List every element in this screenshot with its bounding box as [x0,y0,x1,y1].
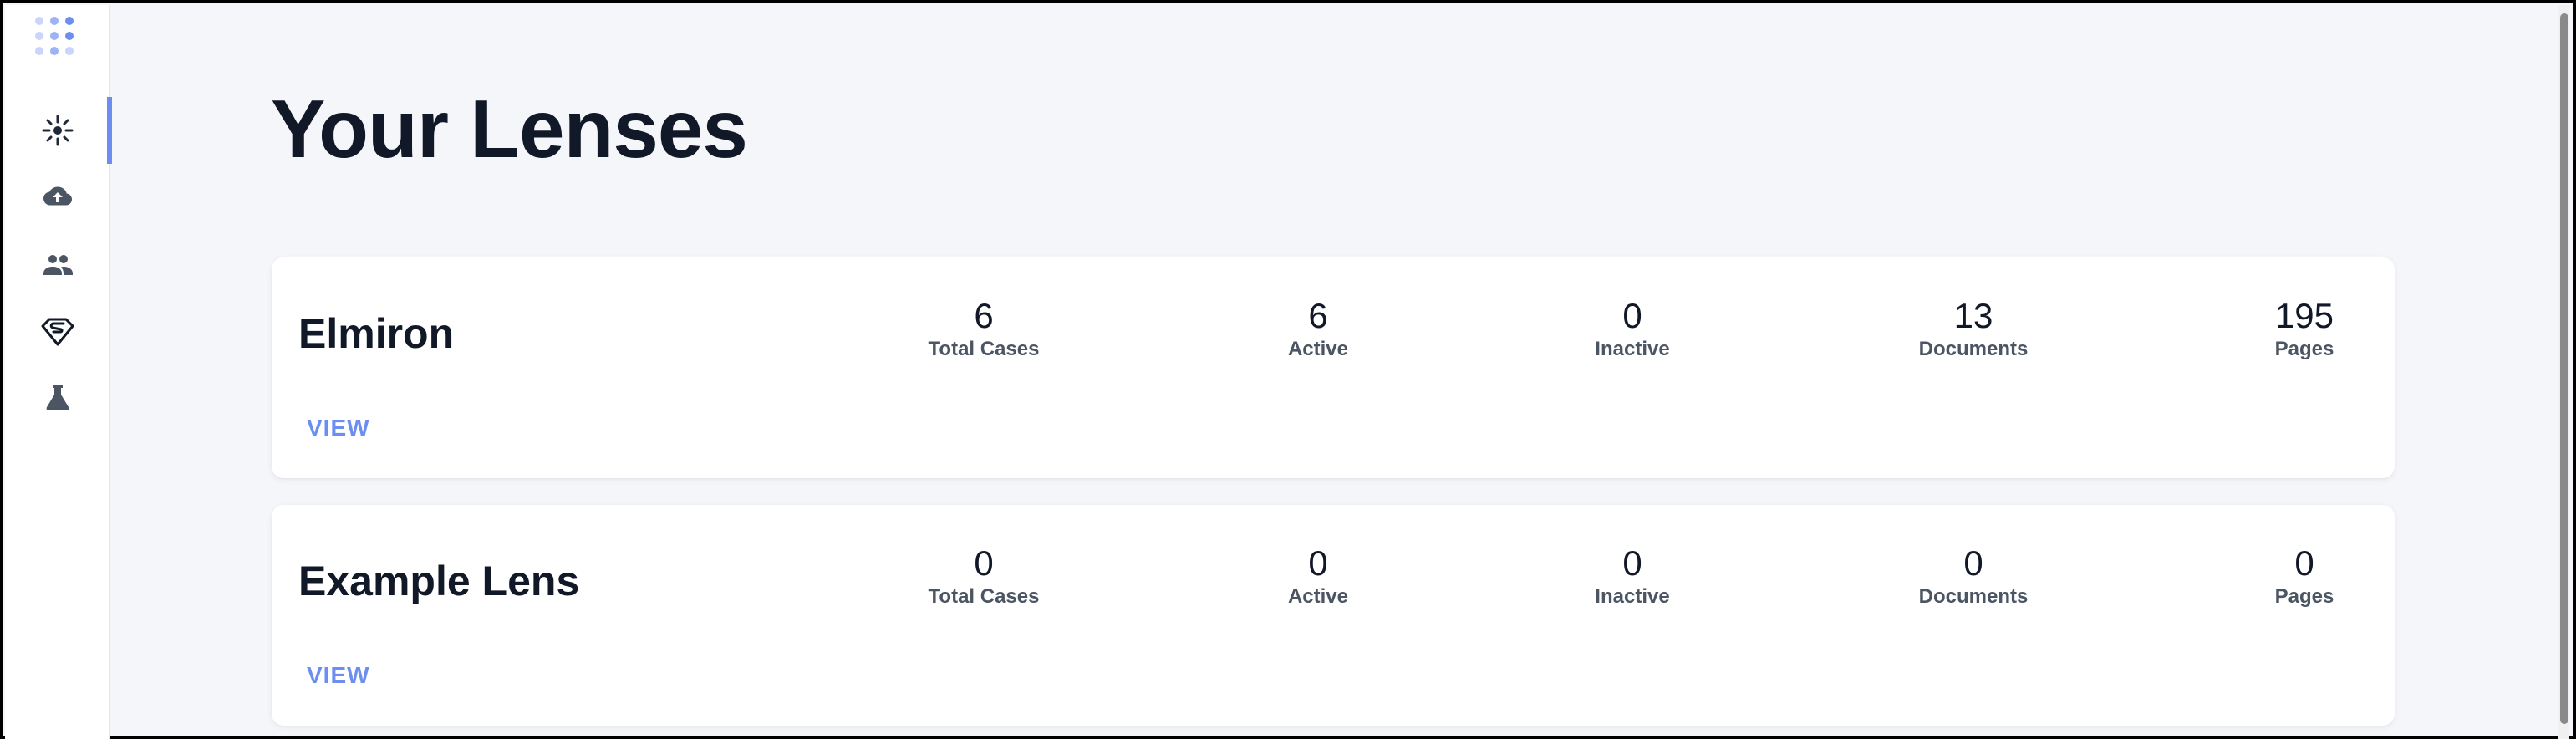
stat-value: 13 [1953,296,1993,335]
stat-label: Inactive [1595,338,1670,360]
stat-active: 6 Active [1193,296,1443,361]
sidebar-item-upload[interactable] [5,164,110,231]
stat-label: Active [1287,338,1349,360]
view-button[interactable]: VIEW [307,415,370,441]
page-title: Your Lenses [271,83,748,175]
stat-value: 0 [2294,543,2314,583]
people-icon [43,255,73,275]
view-button[interactable]: VIEW [307,662,370,689]
stat-value: 195 [2274,296,2334,335]
lens-card: Example Lens 0 Total Cases 0 Active 0 In… [272,505,2395,726]
sidebar-item-lenses[interactable] [5,97,112,164]
stat-pages: 195 Pages [2179,296,2430,361]
stat-label: Pages [2274,338,2334,360]
stat-value: 6 [974,296,994,335]
stat-value: 0 [1963,543,1983,583]
stat-pages: 0 Pages [2179,543,2430,609]
stat-label: Documents [1918,338,2029,360]
lens-name: Example Lens [298,558,580,604]
app-window: Your Lenses Elmiron 6 Total Cases 6 Acti… [0,0,2576,739]
vertical-scrollbar[interactable] [2558,5,2569,739]
lens-name: Elmiron [298,310,455,357]
stat-label: Pages [2274,585,2334,608]
stat-label: Documents [1918,585,2029,608]
stat-value: 6 [1308,296,1328,335]
main-content: Your Lenses Elmiron 6 Total Cases 6 Acti… [110,5,2554,739]
stat-label: Active [1287,585,1349,608]
lens-sparkle-icon [42,115,74,146]
stat-value: 0 [974,543,994,583]
stat-documents: 0 Documents [1848,543,2099,609]
sidebar-item-superman[interactable] [5,298,110,364]
stat-value: 0 [1622,543,1642,583]
stat-label: Total Cases [928,338,1040,360]
stat-inactive: 0 Inactive [1507,543,1758,609]
stat-total-cases: 6 Total Cases [858,296,1109,361]
stat-label: Total Cases [928,585,1040,608]
sidebar [5,5,112,739]
dots-grid-logo[interactable] [35,17,79,60]
stat-active: 0 Active [1193,543,1443,609]
flask-icon [46,385,69,410]
stat-inactive: 0 Inactive [1507,296,1758,361]
scrollbar-thumb[interactable] [2560,13,2568,724]
stat-label: Inactive [1595,585,1670,608]
stat-value: 0 [1308,543,1328,583]
sidebar-item-people[interactable] [5,231,110,298]
stat-total-cases: 0 Total Cases [858,543,1109,609]
sidebar-item-lab[interactable] [5,364,110,431]
cloud-upload-icon [43,186,72,206]
stat-documents: 13 Documents [1848,296,2099,361]
lens-card: Elmiron 6 Total Cases 6 Active 0 Inactiv… [272,257,2395,478]
stat-value: 0 [1622,296,1642,335]
superman-shield-icon [41,318,74,346]
